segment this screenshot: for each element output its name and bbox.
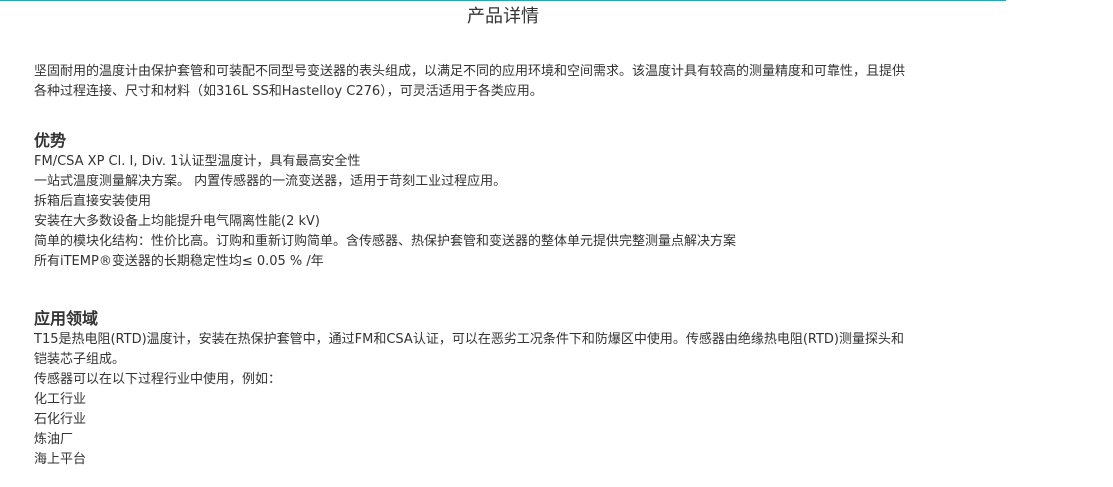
page-title: 产品详情: [467, 6, 539, 27]
industry-item: 炼油厂: [34, 432, 74, 447]
industry-item: 石化行业: [34, 412, 87, 427]
intro-line: 各种过程连接、尺寸和材料（如316L SS和Hastelloy C276），可灵…: [34, 84, 543, 99]
advantage-item: FM/CSA XP Cl. I, Div. 1认证型温度计，具有最高安全性: [34, 154, 361, 169]
advantages-section: 优势 FM/CSA XP Cl. I, Div. 1认证型温度计，具有最高安全性…: [34, 130, 949, 272]
page-header: 产品详情: [0, 0, 1006, 30]
advantage-item: 拆箱后直接安装使用: [34, 194, 152, 209]
applications-heading: 应用领域: [34, 309, 99, 328]
applications-section: 应用领域 T15是热电阻(RTD)温度计，安装在热保护套管中，通过FM和CSA认…: [34, 308, 949, 470]
application-line: 铠装芯子组成。: [34, 352, 126, 367]
industry-item: 海上平台: [34, 452, 87, 467]
industry-item: 化工行业: [34, 392, 87, 407]
application-line: 传感器可以在以下过程行业中使用，例如：: [34, 372, 282, 387]
application-line: T15是热电阻(RTD)温度计，安装在热保护套管中，通过FM和CSA认证，可以在…: [34, 332, 905, 347]
advantage-item: 简单的模块化结构：性价比高。订购和重新订购简单。含传感器、热保护套管和变送器的整…: [34, 234, 737, 249]
advantage-item: 安装在大多数设备上均能提升电气隔离性能(2 kV): [34, 214, 320, 229]
advantage-item: 一站式温度测量解决方案。 内置传感器的一流变送器，适用于苛刻工业过程应用。: [34, 174, 507, 189]
advantage-item: 所有iTEMP®变送器的长期稳定性均≤ 0.05 % /年: [34, 254, 324, 269]
intro-section: 坚固耐用的温度计由保护套管和可装配不同型号变送器的表头组成，以满足不同的应用环境…: [34, 62, 949, 102]
intro-line: 坚固耐用的温度计由保护套管和可装配不同型号变送器的表头组成，以满足不同的应用环境…: [34, 64, 906, 79]
advantages-heading: 优势: [34, 131, 67, 150]
